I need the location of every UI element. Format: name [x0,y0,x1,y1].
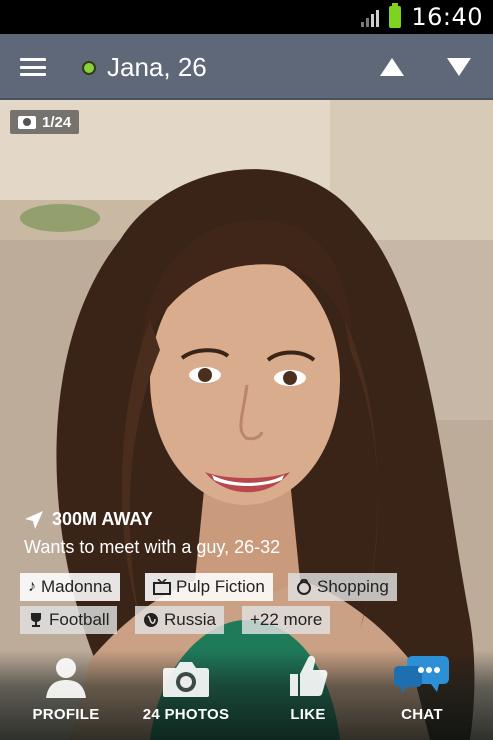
wants-text: Wants to meet with a guy, 26-32 [24,537,281,557]
photo-illustration [0,100,493,740]
shopping-icon [297,579,311,595]
tag-label: Football [49,610,110,629]
distance-info: 300M AWAY [24,509,153,530]
profile-photo[interactable] [0,100,493,740]
app-bar: Jana, 26 [0,34,493,100]
status-time: 16:40 [411,3,483,31]
tag-label: Russia [164,610,216,629]
tv-icon [153,579,171,595]
tag-football[interactable]: Football [20,606,118,634]
tag-more[interactable]: +22 more [242,606,331,634]
tag-label: Pulp Fiction [176,577,265,596]
profile-name: Jana, 26 [107,52,207,82]
next-profile-button[interactable] [447,58,471,76]
online-status-icon [82,61,96,75]
globe-icon [144,613,158,627]
menu-icon[interactable] [20,58,46,76]
chat-icon [394,656,449,694]
tag-label: +22 more [250,610,323,629]
profile-icon [46,658,86,698]
battery-icon [389,3,402,28]
tag-russia[interactable]: Russia [135,606,224,634]
photos-button[interactable]: 24 PHOTOS [126,650,246,736]
chat-button[interactable]: CHAT [362,650,482,736]
profile-button[interactable]: PROFILE [6,650,126,736]
location-arrow-icon [25,510,43,529]
camera-small-icon [18,115,36,129]
tag-label: Shopping [317,577,389,596]
tag-label: Madonna [41,577,112,596]
previous-profile-button[interactable] [380,58,404,76]
status-bar: 16:40 [0,0,493,34]
music-note-icon: ♪ [28,578,36,595]
tag-pulp-fiction[interactable]: Pulp Fiction [145,573,273,601]
photo-counter-text: 1/24 [42,113,72,131]
photos-label: 24 PHOTOS [142,706,230,723]
signal-icon [361,7,380,27]
profile-label: PROFILE [32,706,100,723]
tag-madonna[interactable]: ♪ Madonna [20,573,120,601]
trophy-icon [31,613,41,627]
distance-text: 300M AWAY [52,509,153,529]
like-label: LIKE [290,706,326,723]
camera-icon [163,662,209,697]
photo-counter: 1/24 [10,110,80,134]
tag-shopping[interactable]: Shopping [288,573,397,601]
like-button[interactable]: LIKE [248,650,368,736]
chat-label: CHAT [401,706,443,723]
thumbs-up-icon [290,655,328,696]
screen: 16:40 1/24 300M AWAY Wants to meet with … [0,0,493,740]
